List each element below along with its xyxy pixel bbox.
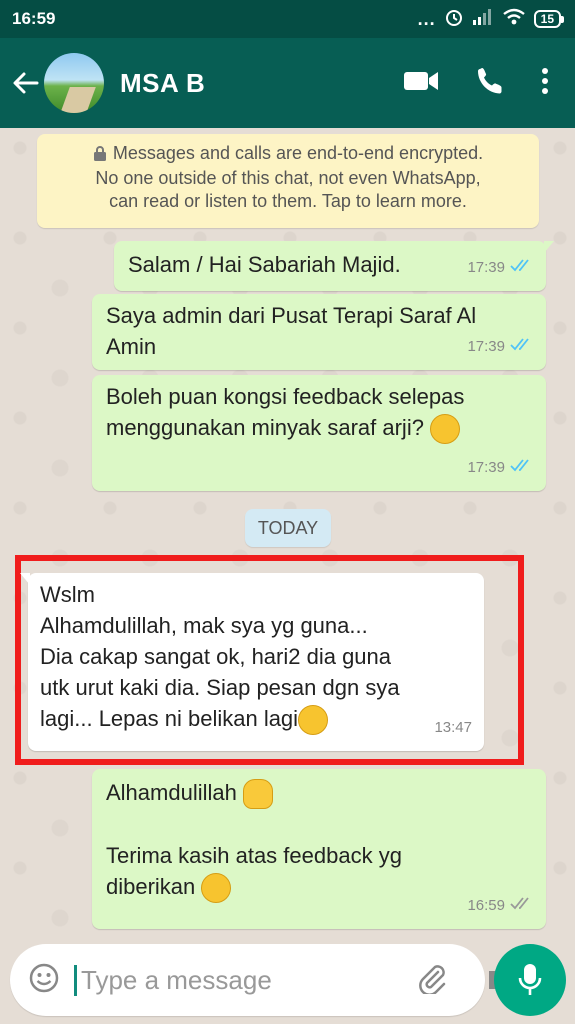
- encryption-line-3: can read or listen to them. Tap to learn…: [109, 191, 467, 211]
- outgoing-message[interactable]: Alhamdulillah Terima kasih atas feedback…: [92, 769, 546, 929]
- message-text-line: menggunakan minyak saraf arji?: [106, 412, 532, 445]
- contact-name[interactable]: MSA B: [120, 68, 403, 99]
- chat-area[interactable]: Messages and calls are end-to-end encryp…: [0, 128, 575, 938]
- chat-header: MSA B: [0, 38, 575, 128]
- encryption-notice[interactable]: Messages and calls are end-to-end encryp…: [37, 134, 539, 228]
- status-bar: 16:59 ... 15: [0, 0, 575, 38]
- voice-record-button[interactable]: [494, 944, 566, 1016]
- incoming-message[interactable]: Wslm Alhamdulillah, mak sya yg guna... D…: [20, 573, 484, 751]
- read-ticks-icon: [510, 331, 534, 362]
- encryption-line-1: Messages and calls are end-to-end encryp…: [47, 142, 529, 167]
- smiling-face-icon: [201, 873, 232, 904]
- signal-icon: [472, 8, 494, 31]
- back-button[interactable]: [0, 68, 44, 98]
- message-text-line: Boleh puan kongsi feedback selepas: [106, 384, 465, 409]
- battery-indicator: 15: [533, 10, 565, 28]
- message-time: 13:47: [434, 719, 472, 736]
- message-text-line: Dia cakap sangat ok, hari2 dia guna: [40, 644, 392, 669]
- back-arrow-icon: [13, 72, 39, 94]
- notification-dots: ...: [417, 8, 436, 29]
- message-text: Salam / Hai Sabariah Majid.: [128, 252, 401, 277]
- attach-icon[interactable]: [416, 962, 446, 999]
- microphone-icon: [518, 964, 542, 995]
- more-options-icon[interactable]: [541, 67, 549, 100]
- status-icons: ... 15: [417, 7, 565, 32]
- message-time: 17:39: [467, 259, 505, 276]
- outgoing-message[interactable]: Boleh puan kongsi feedback selepas mengg…: [92, 375, 546, 491]
- raised-hands-icon: [242, 779, 273, 810]
- date-chip: TODAY: [245, 509, 331, 547]
- message-text-line: Alhamdulillah: [106, 777, 532, 810]
- input-bar: [0, 938, 575, 1024]
- voice-call-icon[interactable]: [475, 66, 505, 101]
- lock-icon: [93, 144, 107, 167]
- message-input[interactable]: [74, 964, 416, 996]
- status-time: 16:59: [12, 9, 56, 28]
- message-text-line: utk urut kaki dia. Siap pesan dgn sya: [40, 675, 400, 700]
- wifi-icon: [502, 8, 526, 31]
- alarm-icon: [444, 7, 464, 32]
- message-text-line: lagi... Lepas ni belikan lagi: [40, 703, 472, 736]
- read-ticks-icon: [510, 252, 534, 283]
- message-text-line: Terima kasih atas feedback yg: [106, 843, 402, 869]
- video-call-icon[interactable]: [403, 69, 439, 98]
- message-composer[interactable]: [10, 944, 515, 1016]
- delivered-ticks-icon: [510, 890, 534, 921]
- encryption-line-2: No one outside of this chat, not even Wh…: [95, 168, 481, 188]
- emoji-icon[interactable]: [28, 962, 60, 999]
- grinning-sweat-icon: [298, 705, 329, 736]
- message-time: 17:39: [467, 459, 505, 476]
- read-ticks-icon: [510, 452, 534, 483]
- avatar[interactable]: [44, 53, 104, 113]
- smiling-face-icon: [430, 414, 461, 445]
- message-time: 16:59: [467, 897, 505, 914]
- outgoing-message[interactable]: Saya admin dari Pusat Terapi Saraf Al Am…: [92, 294, 546, 370]
- message-text-line: Alhamdulillah, mak sya yg guna...: [40, 613, 368, 638]
- message-text-line: Wslm: [40, 582, 95, 607]
- outgoing-message[interactable]: Salam / Hai Sabariah Majid. 17:39: [114, 241, 554, 291]
- message-text-line: Saya admin dari Pusat Terapi Saraf Al: [106, 303, 477, 328]
- message-time: 17:39: [467, 338, 505, 355]
